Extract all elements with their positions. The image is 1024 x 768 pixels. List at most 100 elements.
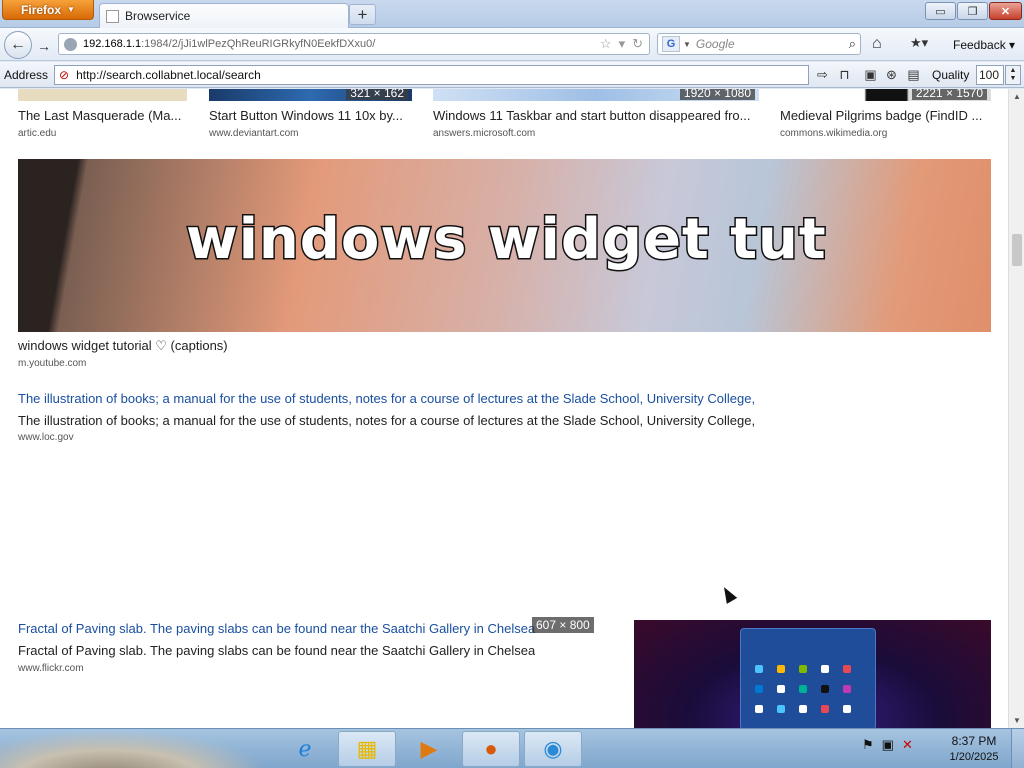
result-title[interactable]: Start Button Windows 11 10x by...: [209, 108, 414, 123]
globe-icon: [64, 37, 77, 51]
dropdown-arrow-icon[interactable]: ▾: [619, 36, 626, 52]
feedback-label: Feedback: [953, 38, 1006, 52]
spin-down-icon[interactable]: ▼: [1010, 75, 1017, 83]
result-source: artic.edu: [18, 128, 57, 139]
result-source: m.youtube.com: [18, 358, 87, 369]
result-source: answers.microsoft.com: [433, 128, 536, 139]
quality-stepper[interactable]: ▲ ▼: [1005, 65, 1021, 85]
result-title[interactable]: Fractal of Paving slab. The paving slabs…: [18, 643, 535, 658]
windows-explorer-icon[interactable]: ▦: [338, 731, 396, 767]
tab-title: Browservice: [125, 9, 191, 23]
dimension-badge: 2221 × 1570: [911, 89, 987, 100]
insecure-icon: ⊘: [59, 68, 70, 82]
google-icon[interactable]: G: [662, 36, 680, 52]
binoculars-icon[interactable]: ⊛: [882, 66, 901, 84]
search-icon[interactable]: ⌕: [849, 36, 856, 52]
back-button[interactable]: ←: [4, 31, 32, 59]
minimize-button[interactable]: ▭: [925, 2, 956, 20]
spin-up-icon[interactable]: ▲: [1010, 67, 1017, 75]
forward-button[interactable]: →: [33, 36, 55, 56]
forward-arrow-icon: →: [37, 38, 51, 54]
result-thumbnail[interactable]: 2221 × 1570: [780, 89, 991, 101]
url-bar[interactable]: 192.168.1.1 :1984/2/jJi1wlPezQhReuRIGRky…: [58, 33, 650, 55]
minimize-icon: ▭: [935, 5, 946, 18]
close-button[interactable]: ✕: [989, 2, 1022, 20]
result-title[interactable]: Windows 11 Taskbar and start button disa…: [433, 108, 761, 123]
go-icon[interactable]: ⇨: [813, 66, 832, 84]
result-title[interactable]: The illustration of books; a manual for …: [18, 413, 755, 428]
dimension-badge: 1920 × 1080: [679, 89, 755, 100]
dimension-badge: 321 × 162: [346, 89, 408, 100]
flag-icon[interactable]: ⚑: [862, 737, 874, 753]
media-player-icon[interactable]: ▶: [400, 731, 458, 767]
feedback-button[interactable]: Feedback ▾: [953, 38, 1015, 52]
find-icon[interactable]: ▣: [861, 66, 880, 84]
app-icon[interactable]: ◉: [524, 731, 582, 767]
search-input[interactable]: Google: [696, 37, 735, 51]
page-content: 321 × 162 1920 × 1080 2221 × 1570 The La…: [0, 89, 1008, 728]
result-title[interactable]: windows widget tutorial ♡ (captions): [18, 338, 228, 354]
quality-label: Quality: [932, 68, 970, 82]
search-bar[interactable]: G ▼ Google ⌕: [657, 33, 861, 55]
maximize-button[interactable]: ❐: [957, 2, 988, 20]
close-icon: ✕: [1000, 5, 1011, 18]
start-menu-graphic: [740, 628, 876, 728]
result-title[interactable]: The Last Masquerade (Ma...: [18, 108, 188, 123]
firefox-icon[interactable]: ●: [462, 731, 520, 767]
banner-image-text: windows widget tut: [185, 206, 828, 274]
firefox-menu-label: Firefox: [21, 2, 62, 17]
reload-icon[interactable]: ↻: [632, 36, 643, 52]
url-host: 192.168.1.1: [83, 38, 142, 50]
home-icon: ⌂: [872, 35, 882, 52]
scroll-thumb[interactable]: [1012, 234, 1022, 266]
desktop-wallpaper: [0, 729, 270, 768]
navigation-bar: ← → 192.168.1.1 :1984/2/jJi1wlPezQhReuRI…: [0, 28, 1024, 61]
system-tray: ⚑ ▣ ✕: [862, 737, 913, 753]
volume-muted-icon[interactable]: ✕: [902, 737, 913, 753]
back-arrow-icon: ←: [10, 36, 26, 53]
title-bar: Firefox ▼ Browservice + ▭ ❐ ✕: [0, 0, 1024, 28]
firefox-menu-button[interactable]: Firefox ▼: [2, 0, 94, 20]
result-image-win11[interactable]: [634, 620, 991, 728]
broken-image-link[interactable]: Fractal of Paving slab. The paving slabs…: [18, 621, 602, 636]
bookmarks-button[interactable]: ★▾: [910, 35, 928, 51]
mouse-cursor: [718, 584, 738, 604]
chevron-down-icon[interactable]: ▼: [683, 40, 691, 49]
dimension-badge: 607 × 800: [532, 617, 594, 633]
network-icon[interactable]: ▣: [882, 737, 894, 753]
address-value[interactable]: http://search.collabnet.local/search: [76, 68, 261, 82]
show-desktop-button[interactable]: [1011, 729, 1024, 768]
result-image-banner[interactable]: windows widget tut: [18, 159, 991, 332]
taskbar: ℯ ▦ ▶ ● ◉ ⚑ ▣ ✕ 8:37 PM 1/20/2025: [0, 728, 1024, 768]
result-source: commons.wikimedia.org: [780, 128, 888, 139]
vertical-scrollbar[interactable]: ▲ ▼: [1008, 89, 1024, 728]
scroll-down-icon[interactable]: ▼: [1009, 713, 1024, 727]
maximize-icon: ❐: [967, 5, 978, 18]
internet-explorer-icon[interactable]: ℯ: [276, 731, 334, 767]
result-title[interactable]: Medieval Pilgrims badge (FindID ...: [780, 108, 992, 123]
address-label: Address: [4, 68, 49, 82]
tab-browservice[interactable]: Browservice: [99, 3, 349, 28]
bookmark-star-icon[interactable]: ☆: [600, 36, 612, 52]
result-thumbnail[interactable]: [18, 89, 187, 101]
bookmark-icon[interactable]: ⊓: [835, 66, 854, 84]
result-thumbnail[interactable]: 1920 × 1080: [433, 89, 759, 101]
broken-image-link[interactable]: The illustration of books; a manual for …: [18, 391, 755, 406]
result-source: www.loc.gov: [18, 432, 74, 443]
result-thumbnail[interactable]: 321 × 162: [209, 89, 412, 101]
clock-time[interactable]: 8:37 PM: [946, 734, 1002, 748]
scroll-up-icon[interactable]: ▲: [1009, 89, 1024, 103]
new-tab-button[interactable]: +: [349, 4, 376, 25]
clipboard-icon[interactable]: ▤: [904, 66, 923, 84]
address-field[interactable]: ⊘ http://search.collabnet.local/search: [54, 65, 809, 85]
home-button[interactable]: ⌂: [872, 35, 882, 53]
page-icon: [106, 9, 119, 23]
clock-date[interactable]: 1/20/2025: [946, 751, 1002, 763]
result-source: www.deviantart.com: [209, 128, 299, 139]
chevron-down-icon: ▾: [1009, 38, 1016, 52]
browservice-toolbar: Address ⊘ http://search.collabnet.local/…: [0, 62, 1024, 88]
chevron-down-icon: ▼: [67, 5, 75, 14]
url-bar-icons: ☆ ▾ ↻: [600, 36, 643, 52]
result-source: www.flickr.com: [18, 663, 84, 674]
quality-input[interactable]: 100: [976, 65, 1004, 85]
